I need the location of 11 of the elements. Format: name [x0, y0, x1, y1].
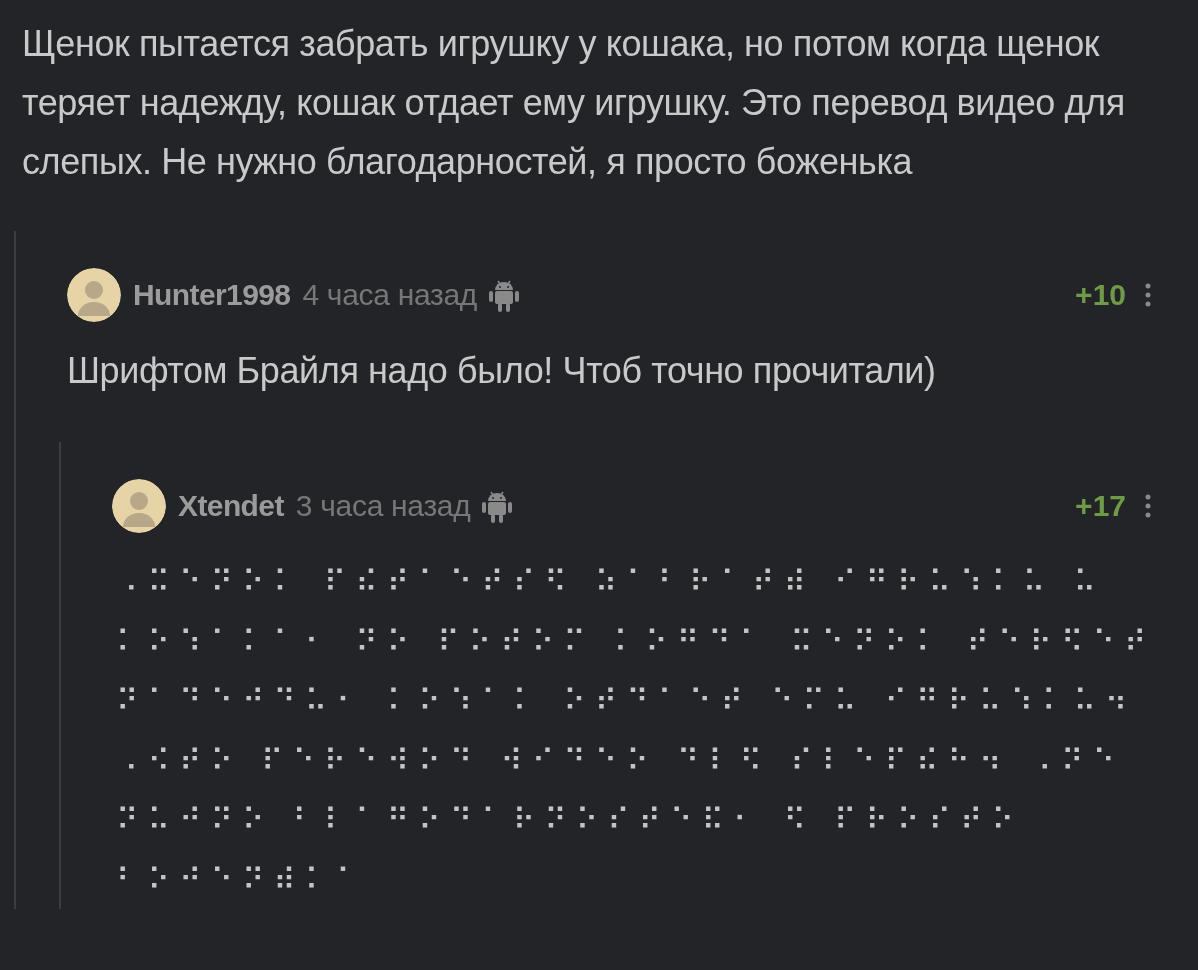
post-text: Щенок пытается забрать игрушку у кошака, но потом когда щенок теряет надежду, кошак отдает ему игрушку. Это перевод видео для слепых. Не нужно благодарностей, я просто боженька: [22, 22, 1126, 184]
username[interactable]: Hunter1998: [133, 278, 291, 312]
braille-text: ⠠⠭⠑⠝⠕⠅ ⠏⠮⠞⠁⠑⠞⠎⠫ ⠵⠁⠃⠗⠁⠞⠾ ⠊⠛⠗⠥⠱⠅⠥ ⠥ ⠅⠕⠱⠁⠅⠁⠂ ⠝⠕ ⠏⠕⠞⠕⠍ ⠅⠕⠛⠙⠁ ⠭⠑⠝⠕⠅ ⠞⠑⠗⠫⠑⠞ ⠝⠁⠙⠑⠚⠙⠥⠂ ⠅⠕⠱⠁⠅ ⠕⠞⠙⠁⠑⠞ ⠑⠍⠥ ⠊⠛⠗⠥⠱⠅⠥⠲ ⠠⠪⠞⠕ ⠏⠑⠗⠑⠺⠕⠙ ⠺⠊⠙⠑⠕ ⠙⠇⠫ ⠎⠇⠑⠏⠮⠓⠲ ⠠⠝⠑ ⠝⠥⠚⠝⠕ ⠃⠇⠁⠛⠕⠙⠁⠗⠝⠕⠎⠞⠑⠯⠂ ⠫ ⠏⠗⠕⠎⠞⠕ ⠃⠕⠚⠑⠝⠾⠅⠁: [115, 563, 1157, 899]
timestamp: 4 часа назад: [302, 278, 478, 312]
avatar[interactable]: [112, 479, 166, 533]
comment-text: Шрифтом Брайля надо было! Чтоб точно прочитали): [67, 349, 937, 393]
username[interactable]: Xtendet: [178, 489, 284, 523]
avatar[interactable]: [67, 268, 121, 322]
timestamp: 3 часа назад: [295, 489, 471, 523]
rating: +17: [1075, 489, 1126, 523]
rating: +10: [1075, 278, 1126, 312]
